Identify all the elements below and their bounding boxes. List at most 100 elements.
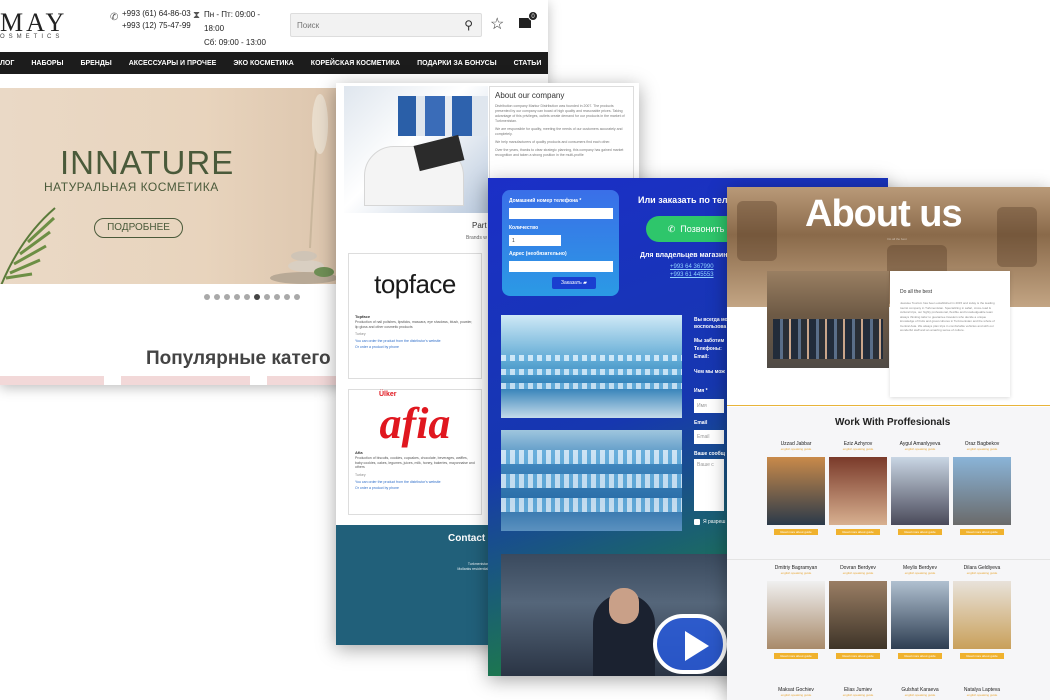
cart-button[interactable]: 0 (518, 11, 538, 30)
read-more-guide-button[interactable]: Read more about guide (960, 529, 1004, 535)
bottling-line-photo (501, 315, 682, 418)
slider-dot[interactable] (264, 294, 270, 300)
guide-role: english speaking guide (842, 693, 874, 697)
nav-item-brands[interactable]: БРЕНДЫ (80, 60, 111, 67)
message-textarea[interactable]: Ваше с (694, 459, 724, 511)
slider-dot[interactable] (294, 294, 300, 300)
guide-card[interactable]: Maksat Gochiev english speaking guide (767, 687, 825, 700)
nav-item-eco[interactable]: ЭКО КОСМЕТИКА (233, 60, 293, 67)
order-by-phone-link[interactable]: Or order a product by phone (349, 485, 481, 491)
address-input[interactable] (509, 261, 613, 272)
consent-checkbox[interactable] (694, 519, 700, 525)
read-more-guide-button[interactable]: Read more about guide (774, 653, 818, 659)
topface-logo: topface (349, 254, 481, 314)
owner-phone-link[interactable]: +993 64 367990 (670, 264, 714, 270)
brand-card-topface[interactable]: topface Topface Production of nail polis… (348, 253, 482, 379)
video-player[interactable] (501, 554, 736, 676)
slider-dot[interactable] (204, 294, 210, 300)
owner-phone-link[interactable]: +993 61 445553 (670, 272, 714, 278)
nav-item-sets[interactable]: НАБОРЫ (31, 60, 63, 67)
read-more-guide-button[interactable]: Read more about guide (898, 529, 942, 535)
search-box: ⚲ (290, 13, 482, 37)
brands-subheading: Brands w (466, 235, 487, 241)
guide-role: english speaking guide (904, 571, 936, 575)
nav-item-bonus-gifts[interactable]: ПОДАРКИ ЗА БОНУСЫ (417, 60, 497, 67)
name-input[interactable]: Имя (694, 399, 724, 413)
category-tile[interactable] (121, 376, 250, 385)
nav-item-accessories[interactable]: АКСЕССУАРЫ И ПРОЧЕЕ (129, 60, 217, 67)
read-more-guide-button[interactable]: Read more about guide (836, 529, 880, 535)
contact-intro-text: Мы заботим (694, 338, 725, 344)
cart-count-badge: 0 (528, 11, 538, 21)
phone-number-2[interactable]: +993 (12) 75-47-99 (122, 20, 191, 32)
working-hours: Пн - Пт: 09:00 - 18:00 Сб: 09:00 - 13:00 (204, 8, 266, 50)
slider-dot[interactable] (224, 294, 230, 300)
slider-dot[interactable] (284, 294, 290, 300)
team-group-photo (767, 271, 889, 368)
guide-card[interactable]: Dmitriy Bagramyan english speaking guide R… (767, 565, 825, 659)
guide-card[interactable]: Natalya Lapteva english speaking guide (953, 687, 1011, 700)
slider-dot[interactable] (234, 294, 240, 300)
favorites-star-icon[interactable]: ☆ (490, 14, 504, 34)
slider-dot[interactable] (244, 294, 250, 300)
phone-label: Домашний номер телефона * (509, 198, 582, 204)
phones-label: Телефоны: (694, 346, 722, 352)
nav-item-articles[interactable]: СТАТЬИ (514, 60, 542, 67)
afia-logo-text: afia (379, 399, 451, 448)
search-input[interactable] (291, 14, 451, 36)
hero-subtitle: НАТУРАЛЬНАЯ КОСМЕТИКА (44, 180, 219, 194)
slider-dot[interactable] (214, 294, 220, 300)
order-by-phone-link[interactable]: Or order a product by phone (349, 344, 481, 350)
speaker-face (609, 588, 639, 624)
about-description: Jewelee Tourism has been established in … (900, 301, 995, 332)
phone-input[interactable] (509, 208, 613, 219)
play-button[interactable] (653, 614, 727, 674)
rock-texture (997, 207, 1037, 267)
hours-weekday-end: 18:00 (204, 24, 225, 33)
consent-row[interactable]: Я разреш (694, 519, 725, 525)
hero-more-button[interactable]: ПОДРОБНЕЕ (94, 218, 183, 238)
group-people (773, 319, 883, 359)
nav-item-catalog[interactable]: ЛОГ (0, 60, 14, 67)
brand-description: Production of nail polishes, lipsticks, … (355, 320, 473, 329)
order-button[interactable]: Заказать ▰ (552, 277, 596, 289)
email-input[interactable]: Email (694, 430, 724, 444)
brand-card-afia[interactable]: Ülker afia Afia Production of biscuits, … (348, 389, 482, 515)
read-more-guide-button[interactable]: Read more about guide (898, 653, 942, 659)
guide-card[interactable]: Uzzad Jabbar english speaking guide Read m… (767, 441, 825, 535)
read-more-guide-button[interactable]: Read more about guide (960, 653, 1004, 659)
afia-logo: Ülker afia (349, 390, 481, 450)
office-worker-photo (344, 86, 488, 213)
guide-card[interactable]: Dovran Berdyev english speaking guide Read… (829, 565, 887, 659)
hourglass-icon: ⧗ (193, 10, 201, 21)
hours-saturday: Сб: 09:00 - 13:00 (204, 38, 266, 47)
guide-card[interactable]: Elias Jumiev english speaking guide (829, 687, 887, 700)
slider-dot[interactable] (254, 294, 260, 300)
name-label: Имя * (694, 388, 708, 394)
phone-icon: ✆ (667, 224, 676, 234)
read-more-guide-button[interactable]: Read more about guide (836, 653, 880, 659)
guide-role: english speaking guide (966, 693, 998, 697)
phone-number-1[interactable]: +993 (61) 64-86-03 (122, 8, 191, 20)
hero-banner[interactable]: INNATURE НАТУРАЛЬНАЯ КОСМЕТИКА ПОДРОБНЕЕ (0, 88, 340, 284)
guide-card[interactable]: Aygul Amanlyyeva english speaking guide Re… (891, 441, 949, 535)
email-field-label: Email (694, 420, 708, 426)
about-paragraph: We help manufacturers of quality product… (495, 140, 611, 144)
guide-card[interactable]: Eziz Azhyrov english speaking guide Read m… (829, 441, 887, 535)
how-can-we-help-text: Чем мы мож (694, 369, 725, 375)
guide-card[interactable]: Oraz Bagbekov english speaking guide Read … (953, 441, 1011, 535)
stones-decoration (270, 251, 338, 284)
search-icon[interactable]: ⚲ (464, 18, 473, 32)
category-tile[interactable] (267, 376, 337, 385)
contact-intro-text: воспользова (694, 324, 727, 330)
guide-card[interactable]: Gulshat Karaeva english speaking guide (891, 687, 949, 700)
guide-card[interactable]: Dilara Geldiyeva english speaking guide Re… (953, 565, 1011, 659)
guide-photo (953, 457, 1011, 525)
guide-card[interactable]: Meylis Berdyev english speaking guide Read… (891, 565, 949, 659)
quantity-input[interactable] (509, 235, 561, 246)
nav-item-korean[interactable]: КОРЕЙСКАЯ КОСМЕТИКА (311, 60, 400, 67)
category-tile[interactable] (0, 376, 104, 385)
read-more-guide-button[interactable]: Read more about guide (774, 529, 818, 535)
slider-dot[interactable] (274, 294, 280, 300)
guide-role: english speaking guide (842, 571, 874, 575)
